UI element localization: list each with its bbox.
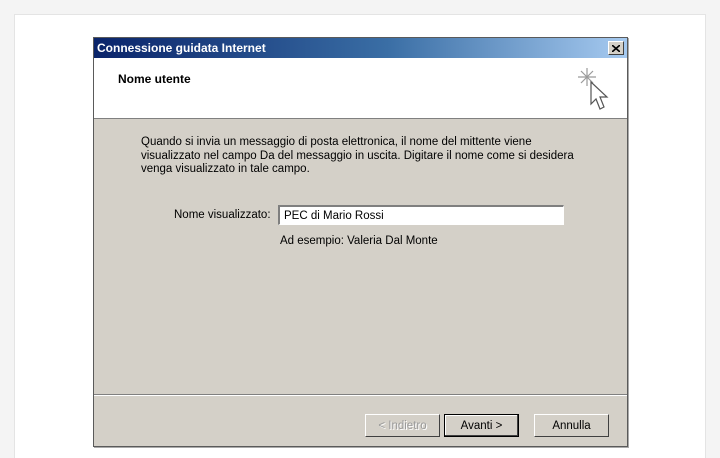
next-button[interactable]: Avanti > [444, 414, 519, 437]
wizard-sparkle-cursor-icon [578, 68, 609, 110]
wizard-dialog: Connessione guidata Internet Nome utente… [93, 37, 628, 447]
page-title: Nome utente [118, 72, 191, 86]
cancel-button[interactable]: Annulla [534, 414, 609, 437]
separator-line [94, 394, 627, 396]
description-text: Quando si invia un messaggio di posta el… [141, 136, 574, 175]
close-button[interactable] [608, 41, 624, 55]
wizard-header: Nome utente [94, 58, 627, 119]
display-name-label: Nome visualizzato: [174, 209, 271, 221]
example-text: Ad esempio: Valeria Dal Monte [280, 235, 438, 247]
display-name-input[interactable] [278, 205, 564, 225]
title-bar[interactable]: Connessione guidata Internet [94, 38, 627, 58]
window-title: Connessione guidata Internet [97, 41, 266, 55]
close-icon [612, 44, 620, 52]
back-button[interactable]: < Indietro [365, 414, 440, 437]
